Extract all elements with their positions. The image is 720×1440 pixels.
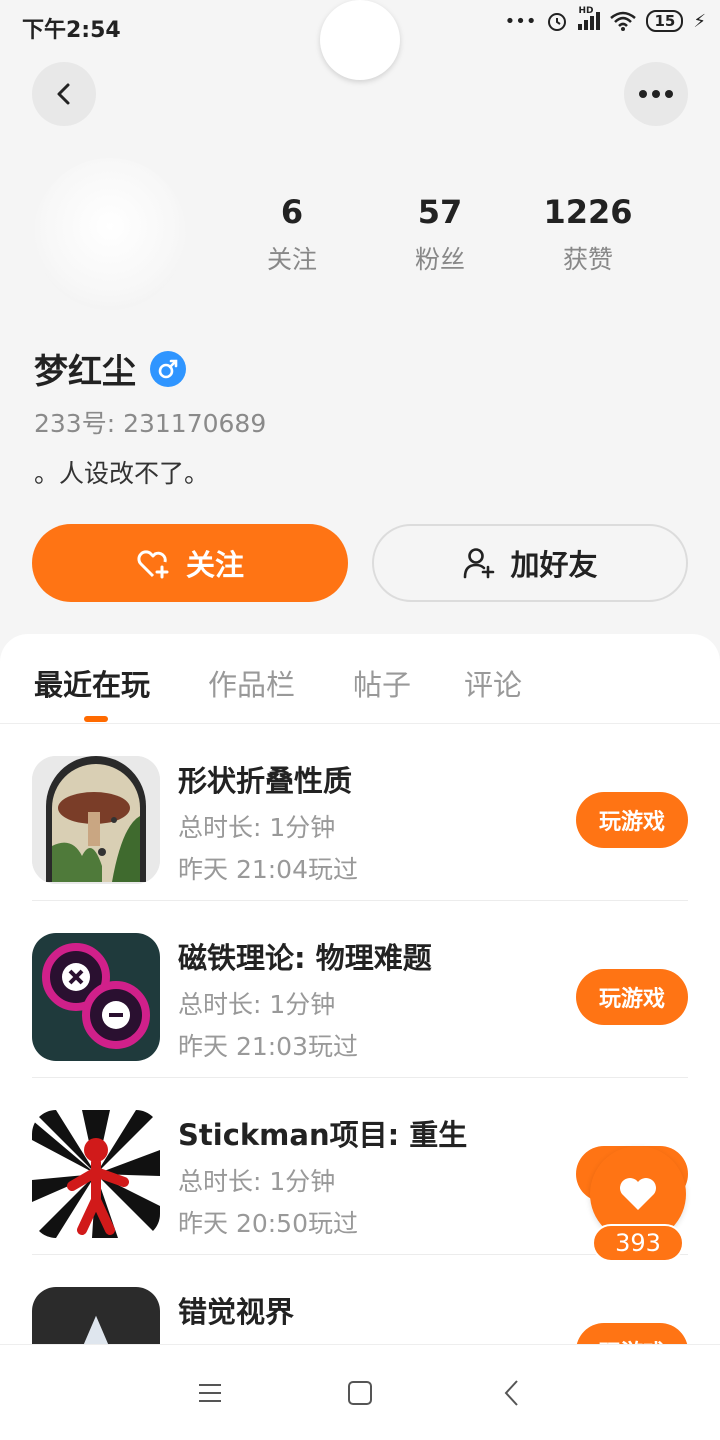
tab-bar: 最近在玩 作品栏 帖子 评论 bbox=[0, 634, 720, 724]
play-game-button[interactable]: 玩游戏 bbox=[576, 792, 688, 848]
stat-likes[interactable]: 1226 获赞 bbox=[514, 190, 662, 276]
stat-label: 粉丝 bbox=[414, 245, 465, 274]
game-duration: 总时长: 1分钟 bbox=[178, 813, 336, 842]
game-row[interactable]: 错觉视界 总时长: 1分钟 玩游戏 bbox=[0, 1255, 720, 1354]
stat-followers[interactable]: 57 粉丝 bbox=[366, 190, 514, 276]
tab-recent[interactable]: 最近在玩 bbox=[34, 662, 150, 704]
game-title: 形状折叠性质 bbox=[178, 764, 353, 798]
bio: 。人设改不了。 bbox=[34, 459, 210, 488]
name-row: 梦红尘 bbox=[34, 344, 186, 393]
add-friend-label: 加好友 bbox=[510, 548, 598, 582]
game-last-played: 昨天 20:50玩过 bbox=[178, 1209, 358, 1238]
tab-posts[interactable]: 帖子 bbox=[353, 662, 411, 704]
back-button[interactable] bbox=[32, 62, 96, 126]
game-icon bbox=[32, 1110, 160, 1238]
chevron-left-icon bbox=[57, 83, 70, 105]
menu-icon bbox=[199, 1384, 221, 1402]
add-user-icon bbox=[464, 548, 495, 579]
game-title: 错觉视界 bbox=[178, 1295, 295, 1329]
stat-following[interactable]: 6 关注 bbox=[218, 190, 366, 276]
more-button[interactable] bbox=[624, 62, 688, 126]
heart-plus-icon bbox=[137, 550, 169, 579]
battery-indicator: 15 bbox=[646, 10, 684, 32]
tab-works[interactable]: 作品栏 bbox=[208, 662, 295, 704]
hd-label: HD bbox=[578, 6, 594, 16]
game-icon bbox=[32, 933, 160, 1061]
game-title: 磁铁理论: 物理难题 bbox=[178, 941, 432, 975]
home-button[interactable] bbox=[340, 1373, 380, 1413]
tab-indicator bbox=[84, 716, 108, 722]
menu-button[interactable] bbox=[190, 1373, 230, 1413]
wifi-icon bbox=[610, 11, 637, 31]
heart-icon bbox=[620, 1178, 656, 1210]
stat-number: 6 bbox=[280, 193, 304, 231]
like-count: 393 bbox=[592, 1224, 684, 1262]
user-id: 233号: 231170689 bbox=[34, 409, 267, 438]
game-last-played: 昨天 21:04玩过 bbox=[178, 855, 358, 884]
tab-comments[interactable]: 评论 bbox=[464, 662, 522, 704]
game-row[interactable]: 磁铁理论: 物理难题 总时长: 1分钟 昨天 21:03玩过 玩游戏 bbox=[0, 901, 720, 1078]
stat-label: 获赞 bbox=[562, 245, 613, 274]
back-triangle-icon bbox=[504, 1380, 518, 1406]
alarm-icon bbox=[548, 13, 567, 31]
stat-number: 57 bbox=[417, 193, 463, 231]
charging-icon: ⚡ bbox=[693, 10, 706, 32]
stat-label: 关注 bbox=[266, 245, 317, 274]
game-duration: 总时长: 1分钟 bbox=[178, 1167, 336, 1196]
signal-icon: HD bbox=[578, 6, 601, 30]
game-last-played: 昨天 21:03玩过 bbox=[178, 1032, 358, 1061]
game-duration: 总时长: 1分钟 bbox=[178, 990, 336, 1019]
game-icon bbox=[32, 756, 160, 884]
system-nav-bar bbox=[0, 1344, 720, 1440]
follow-button[interactable]: 关注 bbox=[32, 524, 348, 602]
profile-stats: 6 关注 57 粉丝 1226 获赞 bbox=[218, 190, 662, 276]
game-title: Stickman项目: 重生 bbox=[178, 1118, 468, 1152]
game-row[interactable]: 形状折叠性质 总时长: 1分钟 昨天 21:04玩过 玩游戏 bbox=[0, 724, 720, 901]
add-friend-button[interactable]: 加好友 bbox=[372, 524, 688, 602]
avatar[interactable] bbox=[34, 158, 186, 310]
system-back-button[interactable] bbox=[492, 1373, 532, 1413]
stat-number: 1226 bbox=[543, 193, 633, 231]
play-game-button[interactable]: 玩游戏 bbox=[576, 969, 688, 1025]
more-dots-icon: ••• bbox=[504, 10, 537, 32]
status-time: 下午2:54 bbox=[22, 18, 121, 43]
status-icons: ••• HD 15 ⚡ bbox=[504, 6, 706, 32]
floating-ball[interactable] bbox=[320, 0, 400, 80]
follow-label: 关注 bbox=[185, 548, 244, 582]
profile-name: 梦红尘 bbox=[34, 352, 136, 392]
more-horizontal-icon bbox=[639, 90, 673, 98]
male-gender-icon bbox=[150, 350, 186, 387]
home-square-icon bbox=[348, 1381, 372, 1405]
